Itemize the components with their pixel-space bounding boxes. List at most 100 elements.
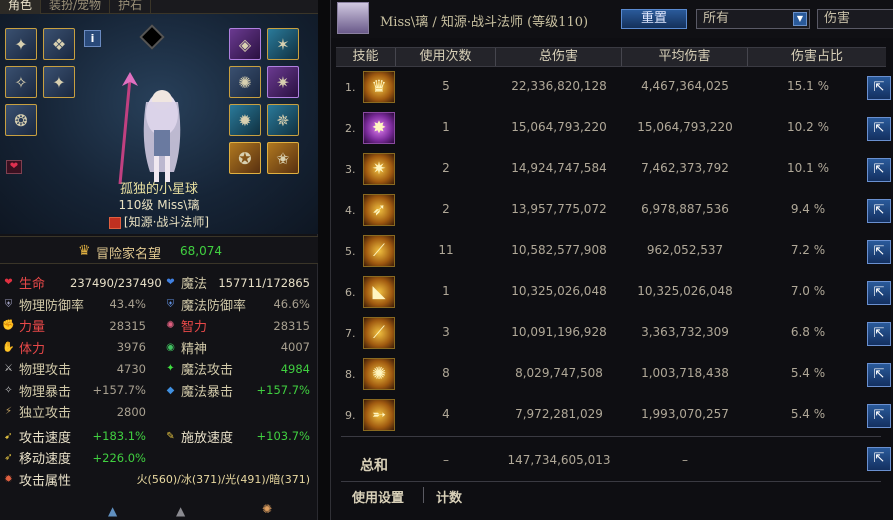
count-button[interactable]: 计数 — [436, 487, 462, 506]
equip-slot-necklace[interactable]: ✷ — [267, 66, 299, 98]
info-icon[interactable]: i — [84, 30, 101, 47]
uses-cell: 1 — [442, 284, 450, 298]
class-icon — [108, 216, 121, 229]
col-uses[interactable]: 使用次数 — [396, 48, 496, 66]
boot-icon: ➶ — [4, 452, 13, 464]
stat-row-independent: ⚡ 独立攻击 2800 — [0, 401, 318, 423]
equip-slot-magic-stone[interactable]: ✪ — [229, 142, 261, 174]
table-row[interactable]: 3. ✷ 2 14,924,747,584 7,462,373,792 10.1… — [336, 149, 893, 189]
avg-cell: 15,064,793,220 — [637, 120, 733, 134]
col-avg[interactable]: 平均伤害 — [622, 48, 748, 66]
share-icon[interactable]: ⇱ — [867, 363, 891, 387]
table-row[interactable]: 1. ♛ 5 22,336,820,128 4,467,364,025 15.1… — [336, 67, 893, 107]
equip-slot-bracelet[interactable]: ✺ — [229, 66, 261, 98]
filter-select[interactable]: 所有 ▼ — [696, 9, 810, 29]
cast-speed-icon: ✎ — [166, 430, 175, 442]
share-icon[interactable]: ⇱ — [867, 322, 891, 346]
stat-value: 46.6% — [273, 297, 310, 312]
share-icon[interactable]: ⇱ — [867, 117, 891, 141]
pct-cell: 7.2 % — [790, 243, 826, 257]
stat-value: 43.4% — [109, 297, 146, 312]
tab-avatar-pet[interactable]: 装扮/宠物 — [41, 0, 111, 14]
col-total[interactable]: 总伤害 — [496, 48, 622, 66]
table-row[interactable]: 5. ⟋ 11 10,582,577,908 962,052,537 7.2 %… — [336, 231, 893, 271]
table-row[interactable]: 4. ➶ 2 13,957,775,072 6,978,887,536 9.4 … — [336, 190, 893, 230]
tab-character[interactable]: 角色 — [0, 0, 42, 14]
usage-settings-button[interactable]: 使用设置 — [352, 487, 404, 506]
attack-speed-icon: ➹ — [4, 430, 13, 442]
stat-value: 3976 — [116, 340, 146, 355]
table-row[interactable]: 2. ✸ 1 15,064,793,220 15,064,793,220 10.… — [336, 108, 893, 148]
avg-cell: 7,462,373,792 — [641, 161, 729, 175]
stat-value: 157711/172865 — [218, 275, 310, 290]
equip-slot-shoes[interactable]: ✬ — [267, 142, 299, 174]
arrow-up-icon[interactable]: ▲ — [176, 504, 185, 518]
equip-slot-weapon[interactable]: ✦ — [5, 28, 37, 60]
independent-attack-icon: ⚡ — [4, 406, 13, 418]
total-cell: 10,582,577,908 — [511, 243, 607, 257]
share-icon[interactable]: ⇱ — [867, 158, 891, 182]
reset-button[interactable]: 重置 — [621, 9, 687, 29]
stat-value: 4730 — [116, 361, 146, 376]
spirit-icon: ◉ — [166, 341, 175, 353]
share-icon[interactable]: ⇱ — [867, 76, 891, 100]
stat-row-defense: ⛨ 物理防御率 43.4% ⛨ 魔法防御率 46.6% — [0, 294, 318, 316]
filter-value: 所有 — [703, 11, 730, 26]
equip-slot-earring[interactable]: ✵ — [267, 104, 299, 136]
skill-icon: ♛ — [363, 71, 395, 103]
share-icon[interactable]: ⇱ — [867, 447, 891, 471]
character-portrait: ✦ ❖ ✧ ✦ ❂ i ❤ ◈ ✶ ✺ ✷ ✹ ✵ ✪ ✬ 孤独的小星球 110… — [0, 14, 318, 234]
avg-cell: 6,978,887,536 — [641, 202, 729, 216]
col-pct[interactable]: 伤害占比 — [748, 48, 886, 66]
stat-value: 237490/237490 — [70, 275, 162, 290]
equip-slot-title[interactable]: ❖ — [43, 28, 75, 60]
equip-slot-ring[interactable]: ✹ — [229, 104, 261, 136]
stat-row-speed: ➹ 攻击速度 +183.1% ✎ 施放速度 +103.7% — [0, 426, 318, 448]
row-number: 7. — [345, 327, 356, 340]
table-row[interactable]: 7. ⟋ 3 10,091,196,928 3,363,732,309 6.8 … — [336, 313, 893, 353]
share-icon[interactable]: ⇱ — [867, 404, 891, 428]
uses-cell: 4 — [442, 407, 450, 421]
table-row[interactable]: 9. ➵ 4 7,972,281,029 1,993,070,257 5.4 %… — [336, 395, 893, 435]
stat-value: 2800 — [116, 404, 146, 419]
share-icon[interactable]: ⇱ — [867, 281, 891, 305]
equip-slot-subequip[interactable]: ✶ — [267, 28, 299, 60]
chevron-down-icon[interactable]: ▼ — [793, 12, 807, 26]
sort-select[interactable]: 伤害 — [817, 9, 893, 29]
stat-row-hp: ❤ 生命 237490/237490 ❤ 魔法 157711/172865 — [0, 272, 318, 294]
stat-value: 4984 — [280, 361, 310, 376]
uses-cell: 2 — [442, 202, 450, 216]
total-row: 总和 – 147,734,605,013 – ⇱ — [336, 441, 893, 481]
flame-icon[interactable]: ✺ — [262, 502, 272, 516]
equip-slot-pants[interactable]: ❂ — [5, 104, 37, 136]
share-icon[interactable]: ⇱ — [867, 199, 891, 223]
reputation-icon: ♛ — [78, 243, 91, 259]
total-uses: – — [443, 453, 449, 467]
total-label: 总和 — [360, 458, 388, 474]
table-row[interactable]: 6. ◣ 1 10,325,026,048 10,325,026,048 7.0… — [336, 272, 893, 312]
skill-icon: ✸ — [363, 112, 395, 144]
avg-cell: 3,363,732,309 — [641, 325, 729, 339]
table-row[interactable]: 8. ✺ 8 8,029,747,508 1,003,718,438 5.4 %… — [336, 354, 893, 394]
tab-talisman[interactable]: 护石 — [110, 0, 152, 14]
character-tabs: 角色 装扮/宠物 护石 — [0, 0, 318, 14]
equip-slot-head[interactable]: ✦ — [43, 66, 75, 98]
pct-cell: 5.4 % — [790, 407, 826, 421]
stat-value: 28315 — [109, 318, 146, 333]
share-icon[interactable]: ⇱ — [867, 240, 891, 264]
heart-icon[interactable]: ❤ — [6, 160, 22, 174]
magic-shield-icon: ⛨ — [166, 298, 175, 310]
stat-value: +157.7% — [92, 383, 147, 398]
col-skill[interactable]: 技能 — [336, 48, 396, 66]
avg-cell: 1,993,070,257 — [641, 407, 729, 421]
equip-slot-aura[interactable]: ◈ — [229, 28, 261, 60]
uses-cell: 8 — [442, 366, 450, 380]
arrow-up-icon[interactable]: ▲ — [108, 504, 117, 518]
page-title: Miss\璃 / 知源·战斗法师 (等级110) — [380, 15, 589, 30]
stat-value: 28315 — [273, 318, 310, 333]
total-cell: 8,029,747,508 — [515, 366, 603, 380]
skill-icon: ⟋ — [363, 317, 395, 349]
reputation-value: 68,074 — [180, 244, 222, 258]
table-header: 技能 使用次数 总伤害 平均伤害 伤害占比 — [336, 47, 886, 67]
equip-slot-top[interactable]: ✧ — [5, 66, 37, 98]
